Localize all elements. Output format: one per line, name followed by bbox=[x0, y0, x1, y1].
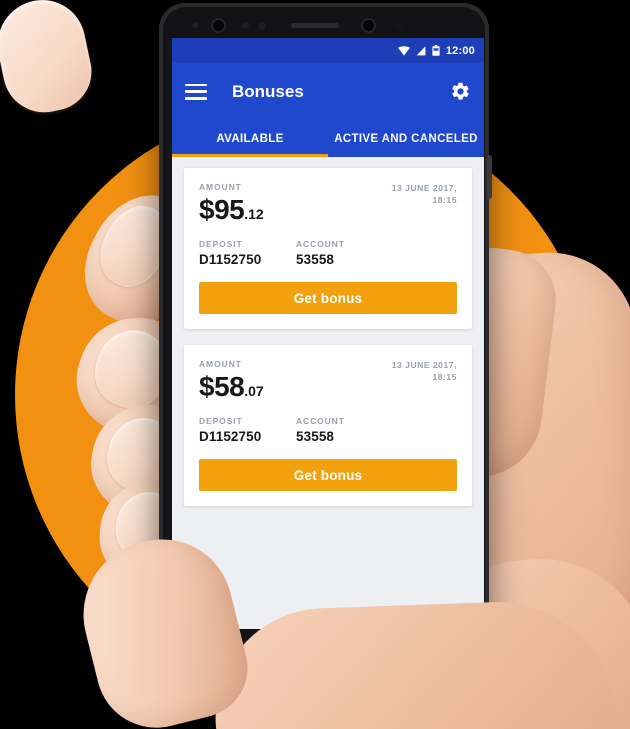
phone-power-button[interactable] bbox=[487, 155, 492, 199]
tab-active-indicator bbox=[172, 154, 328, 157]
hamburger-menu-icon[interactable] bbox=[185, 83, 207, 100]
amount-label: AMOUNT bbox=[199, 182, 242, 192]
front-camera-icon bbox=[211, 18, 226, 33]
amount-cents: .07 bbox=[244, 383, 264, 399]
battery-icon bbox=[432, 45, 440, 56]
account-block: ACCOUNT 53558 bbox=[296, 416, 345, 444]
status-bar: 12:00 bbox=[172, 38, 484, 63]
app-bar: Bonuses bbox=[172, 63, 484, 120]
sensor-dot-icon bbox=[258, 22, 266, 30]
account-value: 53558 bbox=[296, 252, 335, 267]
amount-whole: $95 bbox=[199, 194, 245, 225]
hand-thumbnail bbox=[0, 0, 99, 120]
sensor-dot-icon bbox=[193, 23, 198, 28]
account-block: ACCOUNT 53558 bbox=[296, 239, 345, 267]
tab-bar: AVAILABLE ACTIVE AND CANCELED bbox=[172, 120, 484, 157]
front-camera-icon bbox=[361, 18, 376, 33]
bonus-date: 13 JUNE 2017, 18:15 bbox=[392, 182, 457, 207]
page-title: Bonuses bbox=[232, 81, 304, 101]
bonus-list[interactable]: AMOUNT $95.12 13 JUNE 2017, 18:15 DEPOSI… bbox=[172, 157, 484, 629]
phone-screen: 12:00 Bonuses AVAILABLE ACTIVE AND CANCE… bbox=[172, 38, 484, 629]
deposit-block: DEPOSIT D1152750 bbox=[199, 416, 296, 444]
bonus-date: 13 JUNE 2017, 18:15 bbox=[392, 359, 457, 384]
amount-whole: $58 bbox=[199, 371, 245, 402]
deposit-label: DEPOSIT bbox=[199, 416, 243, 426]
amount-value: $58.07 bbox=[199, 373, 264, 401]
amount-block: AMOUNT $58.07 bbox=[199, 359, 264, 401]
bonus-card-details: DEPOSIT D1152750 ACCOUNT 53558 bbox=[199, 416, 457, 444]
deposit-value: D1152750 bbox=[199, 252, 262, 267]
account-label: ACCOUNT bbox=[296, 416, 345, 426]
deposit-label: DEPOSIT bbox=[199, 239, 243, 249]
tab-available[interactable]: AVAILABLE bbox=[172, 120, 328, 157]
amount-value: $95.12 bbox=[199, 196, 264, 224]
tab-active-and-canceled[interactable]: ACTIVE AND CANCELED bbox=[328, 120, 484, 157]
sensor-dot-icon bbox=[394, 21, 404, 31]
earpiece-speaker-icon bbox=[291, 23, 339, 28]
gear-icon[interactable] bbox=[450, 81, 471, 102]
phone-top-bezel bbox=[163, 7, 485, 38]
deposit-block: DEPOSIT D1152750 bbox=[199, 239, 296, 267]
status-bar-icons bbox=[397, 45, 440, 56]
scene: 12:00 Bonuses AVAILABLE ACTIVE AND CANCE… bbox=[0, 0, 630, 729]
bonus-card-header: AMOUNT $95.12 13 JUNE 2017, 18:15 bbox=[199, 182, 457, 224]
sensor-dot-icon bbox=[242, 22, 249, 29]
wifi-icon bbox=[397, 45, 410, 56]
account-label: ACCOUNT bbox=[296, 239, 345, 249]
bonus-date-time: 18:15 bbox=[432, 195, 457, 206]
amount-block: AMOUNT $95.12 bbox=[199, 182, 264, 224]
amount-cents: .12 bbox=[244, 206, 264, 222]
bonus-date-time: 18:15 bbox=[432, 372, 457, 383]
cellular-signal-icon bbox=[416, 45, 426, 55]
bonus-date-day: 13 JUNE 2017, bbox=[391, 360, 457, 370]
get-bonus-button[interactable]: Get bonus bbox=[199, 459, 457, 491]
bonus-card-details: DEPOSIT D1152750 ACCOUNT 53558 bbox=[199, 239, 457, 267]
bonus-date-day: 13 JUNE 2017, bbox=[391, 183, 457, 193]
bonus-card: AMOUNT $58.07 13 JUNE 2017, 18:15 DEPOSI… bbox=[184, 345, 472, 506]
amount-label: AMOUNT bbox=[199, 359, 242, 369]
bonus-card-header: AMOUNT $58.07 13 JUNE 2017, 18:15 bbox=[199, 359, 457, 401]
bonus-card: AMOUNT $95.12 13 JUNE 2017, 18:15 DEPOSI… bbox=[184, 168, 472, 329]
status-bar-clock: 12:00 bbox=[445, 44, 475, 57]
get-bonus-button[interactable]: Get bonus bbox=[199, 282, 457, 314]
account-value: 53558 bbox=[296, 429, 335, 444]
deposit-value: D1152750 bbox=[199, 429, 262, 444]
